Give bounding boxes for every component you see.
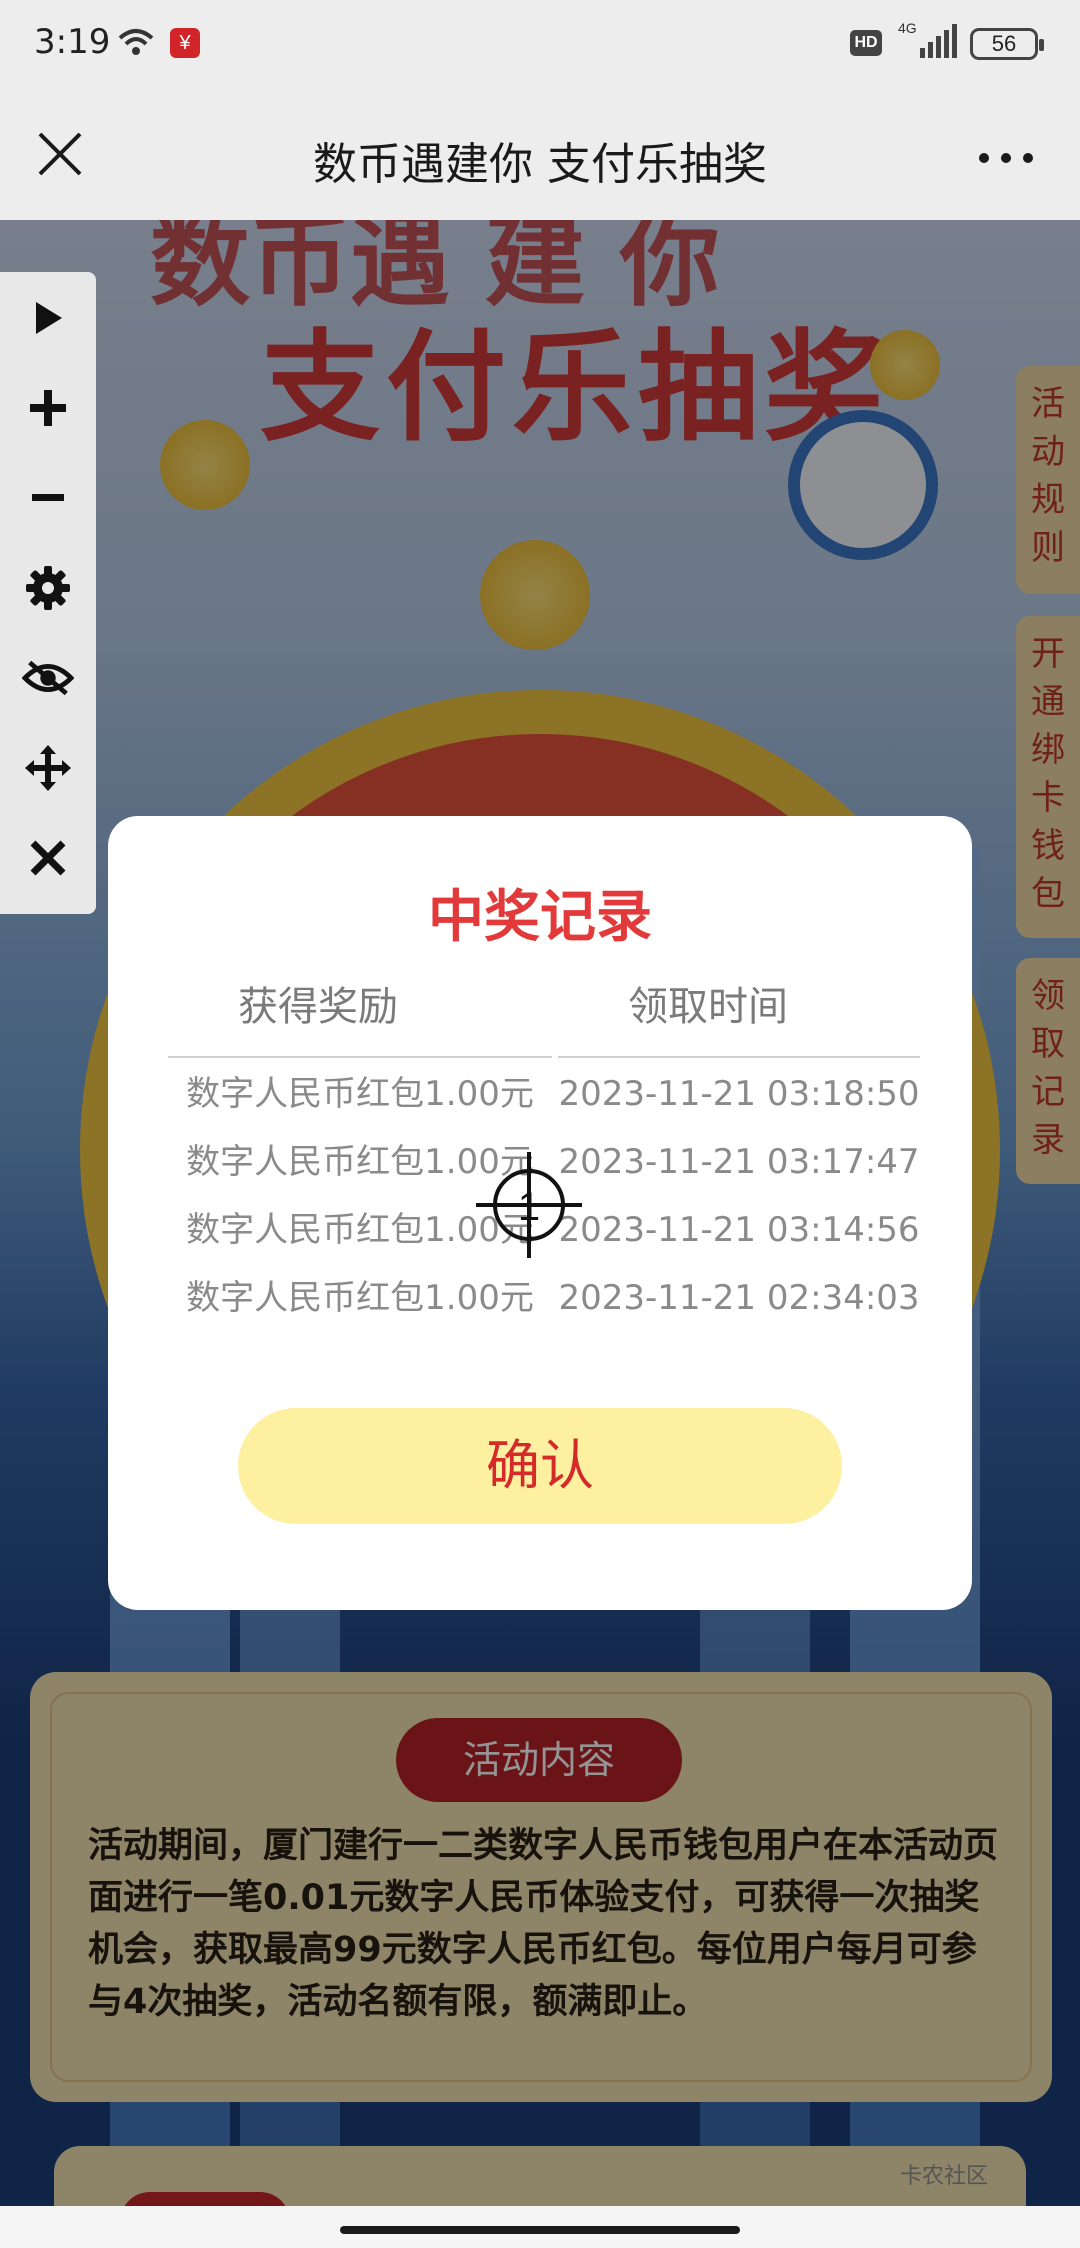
crosshair-marker: 1 [476,1152,582,1258]
minus-icon [32,494,64,501]
zoom-out-button[interactable] [22,472,74,524]
move-icon [25,745,71,791]
status-time: 3:19 [34,22,111,62]
eye-off-icon [22,660,74,696]
time-cell: 2023-11-21 03:18:50 [558,1074,920,1114]
gear-icon [26,566,70,610]
battery-indicator: 56 [970,28,1044,60]
play-button[interactable] [22,292,74,344]
close-toolbar-button[interactable] [22,832,74,884]
zoom-in-button[interactable] [22,382,74,434]
time-cell: 2023-11-21 03:14:56 [558,1210,920,1250]
floating-toolbar [0,272,96,914]
table-row: 数字人民币红包1.00元 2023-11-21 02:34:03 [108,1264,972,1332]
play-icon [36,302,62,334]
title-bar: 数币遇建你 支付乐抽奖 [0,88,1080,220]
dialog-title: 中奖记录 [428,885,652,950]
column-header-time: 领取时间 [628,984,788,1030]
column-header-reward: 获得奖励 [238,984,398,1030]
plus-icon [30,390,66,426]
reward-cell: 数字人民币红包1.00元 [186,1074,534,1114]
status-bar: 3:19 ¥ HD 4G 56 [0,0,1080,88]
signal-icon [920,24,957,58]
settings-button[interactable] [22,562,74,614]
hide-button[interactable] [22,652,74,704]
reward-cell: 数字人民币红包1.00元 [186,1278,534,1318]
watermark: 卡农社区 [900,2163,989,2188]
move-button[interactable] [22,742,74,794]
hd-badge: HD [850,30,882,56]
close-icon [30,840,66,876]
header-divider [168,1056,552,1058]
crosshair-label: 1 [518,1185,540,1229]
confirm-button[interactable]: 确认 [238,1408,842,1524]
time-cell: 2023-11-21 02:34:03 [558,1278,920,1318]
more-options-icon[interactable] [978,152,1034,164]
home-gesture-handle[interactable] [340,2226,740,2234]
table-row: 数字人民币红包1.00元 2023-11-21 03:18:50 [108,1060,972,1128]
page-title: 数币遇建你 支付乐抽奖 [313,139,767,190]
header-divider [558,1056,920,1058]
app-notification-icon: ¥ [170,28,200,58]
time-cell: 2023-11-21 03:17:47 [558,1142,920,1182]
wifi-icon [118,29,154,55]
navigation-bar [0,2206,1080,2248]
